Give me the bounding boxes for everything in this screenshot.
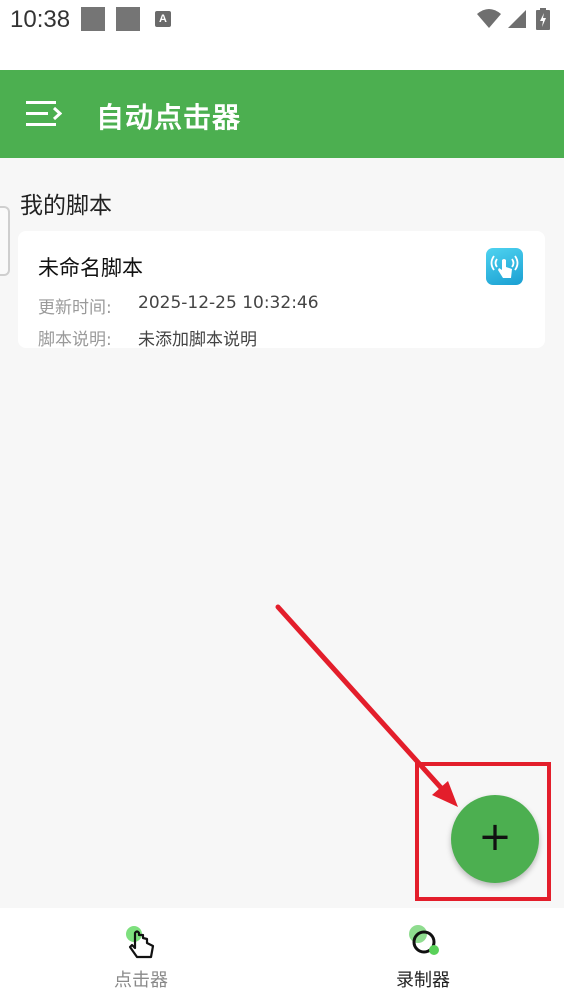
system-icons bbox=[476, 8, 556, 30]
nav-item-recorder[interactable]: 录制器 bbox=[282, 908, 564, 1001]
description-row: 脚本说明: 未添加脚本说明 bbox=[38, 325, 257, 350]
bottom-nav: 点击器 录制器 bbox=[0, 908, 564, 1001]
square-notification-icon bbox=[81, 7, 105, 31]
status-bar: 10:38 A bbox=[0, 0, 564, 70]
description-label: 脚本说明: bbox=[38, 330, 112, 350]
script-card[interactable]: 未命名脚本 更新时间: 2025-12-25 10:32:46 脚本说明: 未添… bbox=[18, 231, 545, 350]
updated-value: 2025-12-25 10:32:46 bbox=[138, 293, 319, 313]
add-script-button[interactable]: + bbox=[451, 795, 539, 883]
updated-row: 更新时间: 2025-12-25 10:32:46 bbox=[38, 293, 319, 318]
signal-icon bbox=[508, 10, 526, 28]
battery-charging-icon bbox=[536, 8, 550, 30]
section-title: 我的脚本 bbox=[20, 193, 112, 219]
updated-label: 更新时间: bbox=[38, 298, 112, 318]
nav-item-clicker[interactable]: 点击器 bbox=[0, 908, 282, 1001]
app-title: 自动点击器 bbox=[96, 101, 242, 134]
menu-icon[interactable] bbox=[26, 100, 62, 128]
edge-drag-handle[interactable] bbox=[0, 206, 10, 276]
script-name: 未命名脚本 bbox=[38, 256, 143, 280]
app-bar: 自动点击器 bbox=[0, 70, 564, 158]
tap-hand-icon bbox=[126, 926, 155, 959]
plus-icon: + bbox=[478, 814, 512, 860]
touch-app-icon[interactable] bbox=[486, 248, 523, 285]
status-time: 10:38 bbox=[10, 6, 71, 33]
nav-label-clicker: 点击器 bbox=[114, 970, 168, 991]
record-icon bbox=[409, 925, 439, 955]
square-notification-icon bbox=[116, 7, 140, 31]
nav-label-recorder: 录制器 bbox=[396, 970, 450, 991]
a-notification-icon: A bbox=[155, 11, 171, 27]
wifi-icon bbox=[477, 9, 501, 28]
description-value: 未添加脚本说明 bbox=[138, 330, 257, 350]
